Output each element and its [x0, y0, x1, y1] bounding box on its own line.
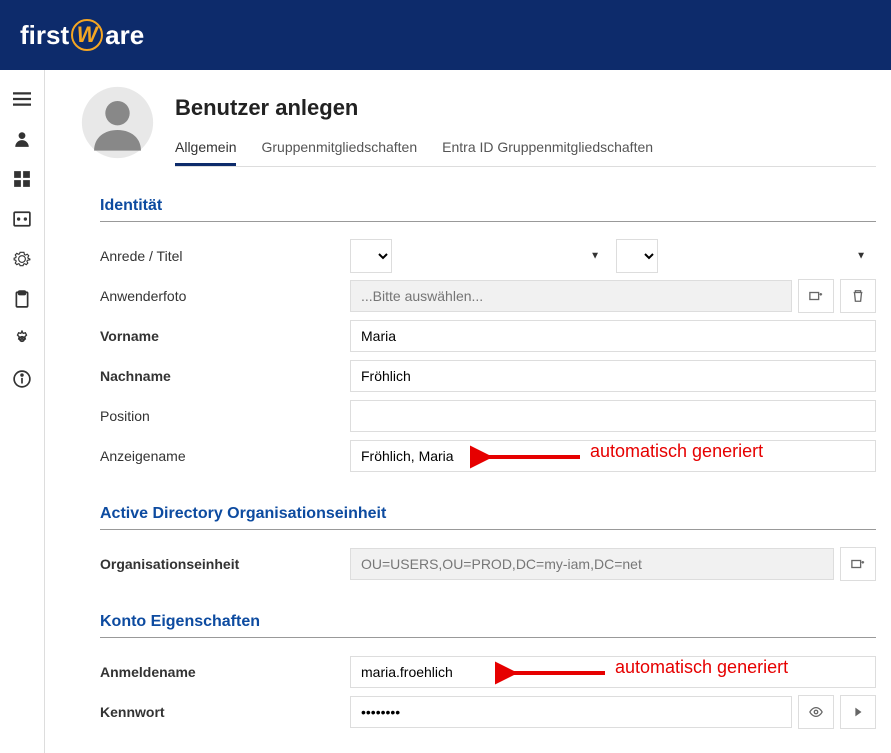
menu-icon[interactable]	[13, 90, 31, 108]
logo-suffix: are	[105, 20, 144, 51]
lastname-input[interactable]	[350, 360, 876, 392]
page-title: Benutzer anlegen	[175, 95, 876, 121]
info-icon[interactable]	[13, 370, 31, 388]
logo-prefix: first	[20, 20, 69, 51]
salutation-select[interactable]	[350, 239, 392, 273]
settings-gear-icon[interactable]	[13, 250, 31, 268]
chevron-down-icon: ▼	[856, 251, 866, 262]
user-icon[interactable]	[13, 130, 31, 148]
main-content: Benutzer anlegen Allgemein Gruppenmitgli…	[45, 70, 891, 753]
section-account: Konto Eigenschaften Anmeldename automati…	[100, 613, 876, 731]
label-displayname: Anzeigename	[100, 448, 350, 464]
clipboard-icon[interactable]	[13, 290, 31, 308]
login-input[interactable]	[350, 656, 876, 688]
avatar-placeholder-icon	[80, 85, 155, 160]
chevron-down-icon: ▼	[590, 251, 600, 262]
tab-entra[interactable]: Entra ID Gruppenmitgliedschaften	[442, 139, 653, 166]
password-input[interactable]	[350, 696, 792, 728]
tabs: Allgemein Gruppenmitgliedschaften Entra …	[175, 139, 876, 167]
firstname-input[interactable]	[350, 320, 876, 352]
tab-gruppen[interactable]: Gruppenmitgliedschaften	[261, 139, 417, 166]
logo: first W are	[20, 19, 144, 51]
section-identity: Identität Anrede / Titel ▼ ▼ Anwenderfot…	[100, 197, 876, 475]
label-salutation: Anrede / Titel	[100, 248, 350, 264]
logo-letter: W	[71, 19, 103, 51]
password-generate-button[interactable]	[840, 695, 876, 729]
label-ou: Organisationseinheit	[100, 556, 350, 572]
photo-input[interactable]	[350, 280, 792, 312]
label-firstname: Vorname	[100, 328, 350, 344]
tab-allgemein[interactable]: Allgemein	[175, 139, 236, 166]
title-select[interactable]	[616, 239, 658, 273]
label-position: Position	[100, 408, 350, 424]
photo-browse-button[interactable]	[798, 279, 834, 313]
section-title-ou: Active Directory Organisationseinheit	[100, 505, 876, 530]
app-header: first W are	[0, 0, 891, 70]
grid-icon[interactable]	[13, 170, 31, 188]
label-photo: Anwenderfoto	[100, 288, 350, 304]
position-input[interactable]	[350, 400, 876, 432]
section-ou: Active Directory Organisationseinheit Or…	[100, 505, 876, 583]
gear-icon[interactable]	[13, 330, 31, 348]
label-lastname: Nachname	[100, 368, 350, 384]
section-title-identity: Identität	[100, 197, 876, 222]
ou-input[interactable]	[350, 548, 834, 580]
photo-delete-button[interactable]	[840, 279, 876, 313]
label-login: Anmeldename	[100, 664, 350, 680]
displayname-input[interactable]	[350, 440, 876, 472]
section-title-account: Konto Eigenschaften	[100, 613, 876, 638]
password-reveal-button[interactable]	[798, 695, 834, 729]
ou-browse-button[interactable]	[840, 547, 876, 581]
sidebar	[0, 70, 45, 753]
org-icon[interactable]	[13, 210, 31, 228]
label-password: Kennwort	[100, 704, 350, 720]
